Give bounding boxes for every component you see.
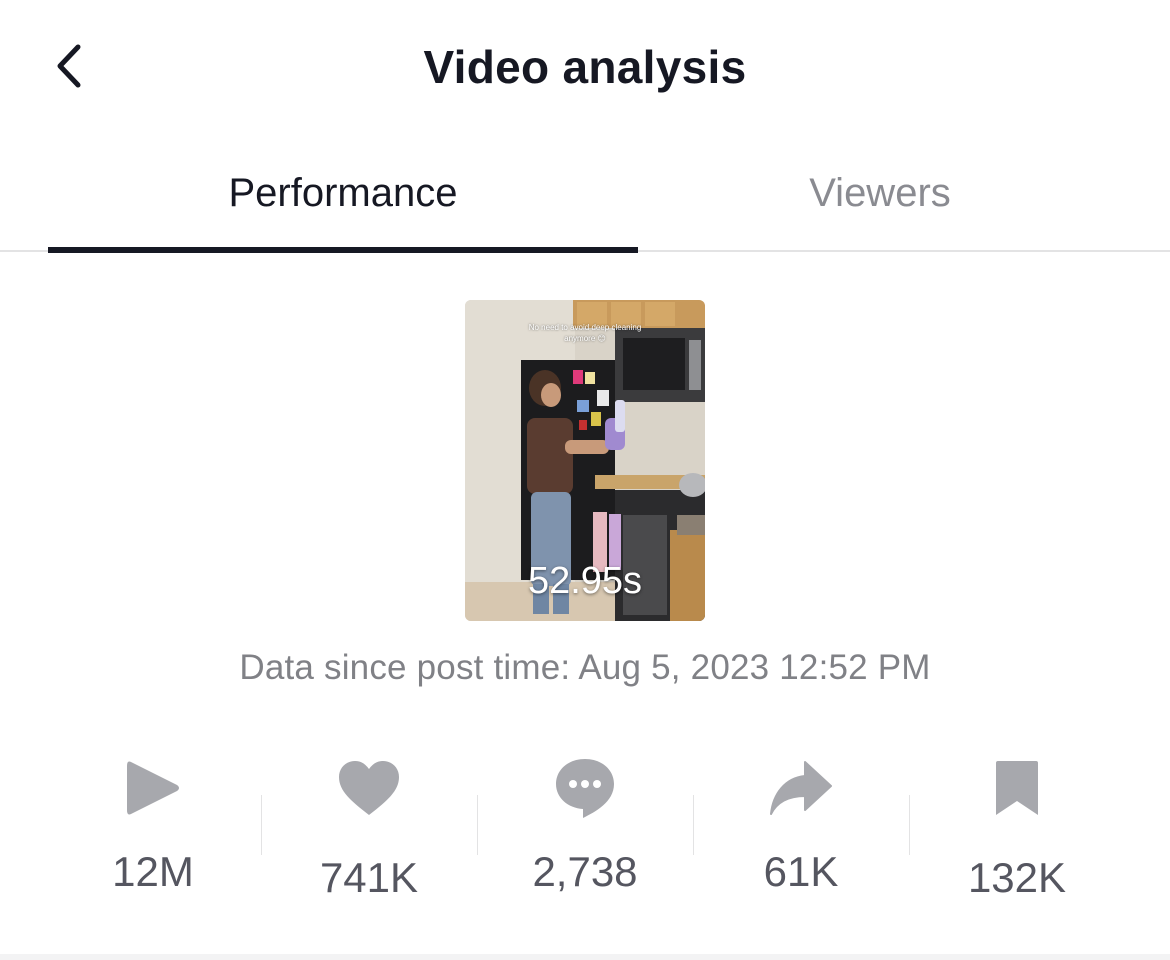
data-since-text: Data since post time: Aug 5, 2023 12:52 … xyxy=(239,648,931,687)
stat-plays[interactable]: 12M xyxy=(45,740,261,910)
stat-plays-value: 12M xyxy=(112,848,194,895)
active-tab-indicator xyxy=(48,247,638,253)
stat-likes[interactable]: 741K xyxy=(261,740,477,910)
stat-shares-value: 61K xyxy=(763,848,839,895)
bottom-divider xyxy=(0,954,1170,960)
bookmark-icon xyxy=(909,748,1125,828)
video-duration: 52.95s xyxy=(527,560,643,602)
play-icon xyxy=(45,748,261,828)
tab-bar: Performance Viewers xyxy=(0,135,1170,253)
tab-viewers[interactable]: Viewers xyxy=(638,135,1122,252)
stats-row: 12M 741K 2,738 61K 132K xyxy=(45,740,1125,910)
stat-saves[interactable]: 132K xyxy=(909,740,1125,910)
stat-saves-value: 132K xyxy=(967,854,1067,901)
tab-performance[interactable]: Performance xyxy=(48,135,638,252)
video-analysis-page: Video analysis Performance Viewers No ne… xyxy=(0,0,1170,960)
header: Video analysis xyxy=(0,0,1170,135)
stat-shares[interactable]: 61K xyxy=(693,740,909,910)
video-overlay-caption: No need to avoid deep cleaning anymore 😊 xyxy=(528,323,642,343)
comment-icon xyxy=(477,748,693,828)
stat-comments-value: 2,738 xyxy=(532,848,638,895)
heart-icon xyxy=(261,748,477,828)
page-title: Video analysis xyxy=(423,41,747,93)
video-thumbnail[interactable]: No need to avoid deep cleaning anymore 😊… xyxy=(465,300,705,621)
stat-likes-value: 741K xyxy=(319,854,419,901)
share-icon xyxy=(693,748,909,828)
stat-comments[interactable]: 2,738 xyxy=(477,740,693,910)
